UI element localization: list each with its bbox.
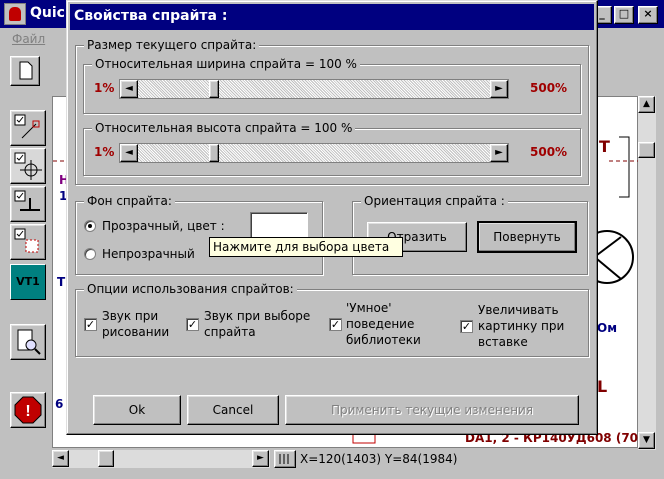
- sound-select-checkbox[interactable]: ✓: [186, 318, 199, 331]
- magnifier-page-icon: [17, 329, 41, 355]
- width-max-label: 500%: [530, 81, 568, 95]
- point-tool-button[interactable]: [10, 148, 46, 184]
- scroll-right-button[interactable]: ►: [252, 450, 269, 467]
- status-toggle-button[interactable]: [274, 450, 296, 468]
- height-decrease-button[interactable]: ◄: [120, 144, 138, 162]
- zoom-page-button[interactable]: [10, 324, 46, 360]
- maximize-button[interactable]: □: [614, 6, 634, 24]
- rotate-button[interactable]: Повернуть: [477, 221, 577, 253]
- dialog-title-bar[interactable]: Свойства спрайта :: [70, 4, 594, 30]
- options-group: Опции использования спрайтов: ✓ Звук при…: [75, 282, 589, 357]
- pointer-tool-button[interactable]: [10, 110, 46, 146]
- vt1-button[interactable]: VT1: [10, 264, 46, 300]
- app-icon[interactable]: [4, 3, 26, 25]
- width-min-label: 1%: [94, 81, 115, 95]
- cursor-coordinates: X=120(1403) Y=84(1984): [300, 452, 458, 466]
- size-group: Размер текущего спрайта: Относительная ш…: [75, 38, 589, 185]
- height-increase-button[interactable]: ►: [490, 144, 508, 162]
- scroll-up-button[interactable]: ▲: [638, 96, 655, 113]
- width-increase-button[interactable]: ►: [490, 80, 508, 98]
- svg-text:!: !: [25, 403, 30, 420]
- height-subgroup: Относительная высота спрайта = 100 % 1% …: [83, 121, 581, 176]
- height-slider-thumb[interactable]: [209, 144, 219, 162]
- crosshair-icon: [14, 152, 42, 180]
- new-file-button[interactable]: [10, 56, 40, 86]
- vertical-scrollbar[interactable]: ▲ ▼: [638, 96, 656, 450]
- transparent-label[interactable]: Прозрачный, цвет :: [102, 219, 225, 233]
- height-min-label: 1%: [94, 145, 115, 159]
- stop-icon: !: [14, 396, 42, 424]
- transparent-radio[interactable]: [84, 220, 96, 232]
- orientation-group-label: Ориентация спрайта :: [361, 194, 508, 208]
- close-button[interactable]: ×: [638, 6, 658, 24]
- ok-button[interactable]: Ok: [93, 395, 181, 425]
- enlarge-paste-label[interactable]: Увеличивать картинку при вставке: [478, 302, 584, 350]
- options-group-label: Опции использования спрайтов:: [84, 282, 297, 296]
- sprite-tool-button[interactable]: [10, 224, 46, 260]
- sound-select-label[interactable]: Звук при выборе спрайта: [204, 308, 324, 340]
- apply-changes-button[interactable]: Применить текущие изменения: [285, 395, 579, 425]
- size-group-label: Размер текущего спрайта:: [84, 38, 260, 52]
- scroll-left-button[interactable]: ◄: [52, 450, 69, 467]
- width-subgroup: Относительная ширина спрайта = 100 % 1% …: [83, 57, 581, 114]
- drawing-label-l: L: [597, 377, 608, 396]
- stop-button[interactable]: !: [10, 392, 46, 428]
- opaque-radio[interactable]: [84, 248, 96, 260]
- width-decrease-button[interactable]: ◄: [120, 80, 138, 98]
- new-file-icon: [19, 61, 33, 80]
- sound-draw-checkbox[interactable]: ✓: [84, 318, 97, 331]
- height-label: Относительная высота спрайта = 100 %: [92, 121, 356, 135]
- width-slider-thumb[interactable]: [209, 80, 219, 98]
- smart-library-checkbox[interactable]: ✓: [329, 318, 342, 331]
- ground-tool-button[interactable]: [10, 186, 46, 222]
- opaque-label[interactable]: Непрозрачный: [102, 247, 195, 261]
- sound-draw-label[interactable]: Звук при рисовании: [102, 308, 182, 340]
- width-label: Относительная ширина спрайта = 100 %: [92, 57, 360, 71]
- sprite-icon: [14, 228, 39, 253]
- horizontal-scrollbar[interactable]: ◄ ►: [52, 450, 270, 468]
- horizontal-scroll-thumb[interactable]: [98, 450, 114, 467]
- width-slider[interactable]: ◄ ►: [119, 79, 509, 99]
- bars-icon: [279, 454, 289, 464]
- connector-icon: [14, 114, 40, 139]
- ground-icon: [14, 190, 40, 211]
- drawing-label-t: T: [599, 137, 610, 156]
- color-tooltip: Нажмите для выбора цвета: [209, 237, 403, 257]
- smart-library-label[interactable]: 'Умное' поведение библиотеки: [346, 300, 446, 348]
- sprite-properties-dialog: Свойства спрайта : Размер текущего спрай…: [66, 0, 598, 435]
- toolbar: [0, 50, 70, 90]
- enlarge-paste-checkbox[interactable]: ✓: [460, 320, 473, 333]
- height-slider[interactable]: ◄ ►: [119, 143, 509, 163]
- background-group-label: Фон спрайта:: [84, 194, 175, 208]
- height-max-label: 500%: [530, 145, 568, 159]
- drawing-label-t2: T: [57, 275, 66, 289]
- cancel-button[interactable]: Cancel: [187, 395, 279, 425]
- drawing-label-ohm: Ом: [597, 321, 618, 335]
- status-bar: X=120(1403) Y=84(1984): [272, 449, 656, 469]
- scroll-down-button[interactable]: ▼: [638, 432, 655, 449]
- vertical-scroll-thumb[interactable]: [638, 142, 655, 158]
- dialog-title: Свойства спрайта :: [74, 8, 228, 24]
- menu-file[interactable]: Файл: [12, 32, 45, 46]
- drawing-label-6: 6: [55, 397, 64, 411]
